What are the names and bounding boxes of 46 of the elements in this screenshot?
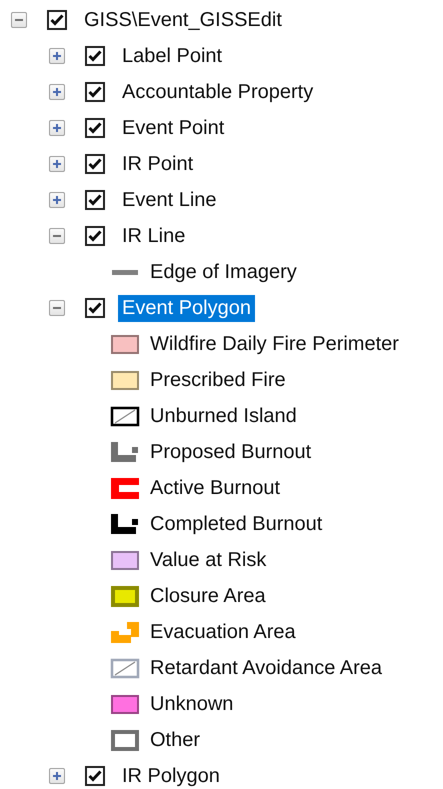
legend-label: Closure Area: [150, 584, 266, 608]
plus-icon: [52, 51, 62, 61]
legend-label: Retardant Avoidance Area: [150, 656, 382, 680]
legend-label: Unburned Island: [150, 404, 297, 428]
checkbox[interactable]: [47, 10, 67, 30]
legend-label: Unknown: [150, 692, 234, 716]
checkbox[interactable]: [85, 46, 105, 66]
legend-label: Completed Burnout: [150, 512, 322, 536]
expand-button[interactable]: [49, 768, 65, 784]
legend-label: Edge of Imagery: [150, 260, 297, 284]
expand-button[interactable]: [49, 84, 65, 100]
checkbox[interactable]: [85, 766, 105, 786]
checkbox[interactable]: [85, 82, 105, 102]
legend-label: Evacuation Area: [150, 620, 296, 644]
plus-icon: [52, 159, 62, 169]
legend-label: Active Burnout: [150, 476, 280, 500]
expand-button[interactable]: [49, 48, 65, 64]
checkbox[interactable]: [85, 226, 105, 246]
layer-label[interactable]: Event Point: [118, 114, 228, 142]
collapse-button[interactable]: [11, 12, 27, 28]
legend-label: Prescribed Fire: [150, 368, 286, 392]
checkbox[interactable]: [85, 118, 105, 138]
layer-label[interactable]: Accountable Property: [118, 78, 318, 106]
plus-icon: [52, 195, 62, 205]
layer-label[interactable]: IR Line: [118, 222, 190, 250]
layer-label[interactable]: IR Point: [118, 150, 198, 178]
expand-button[interactable]: [49, 120, 65, 136]
layer-label[interactable]: IR Polygon: [118, 762, 224, 789]
plus-icon: [52, 771, 62, 781]
plus-icon: [52, 87, 62, 97]
checkbox[interactable]: [85, 298, 105, 318]
legend-label: Proposed Burnout: [150, 440, 312, 464]
checkbox[interactable]: [85, 190, 105, 210]
legend-label: Value at Risk: [150, 548, 266, 572]
checkbox[interactable]: [85, 154, 105, 174]
expand-button[interactable]: [49, 156, 65, 172]
legend-label: Wildfire Daily Fire Perimeter: [150, 332, 399, 356]
layer-label[interactable]: GISS\Event_GISSEdit: [80, 6, 286, 34]
layer-label[interactable]: Label Point: [118, 42, 226, 70]
plus-icon: [52, 123, 62, 133]
layer-label[interactable]: Event Line: [118, 186, 221, 214]
expand-button[interactable]: [49, 192, 65, 208]
layer-label[interactable]: Event Polygon: [118, 294, 255, 322]
collapse-button[interactable]: [49, 300, 65, 316]
legend-label: Other: [150, 728, 200, 752]
collapse-button[interactable]: [49, 228, 65, 244]
